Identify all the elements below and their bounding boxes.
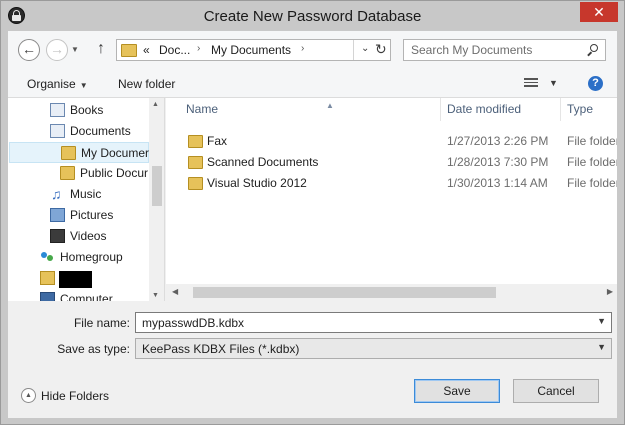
user-folder-icon (40, 271, 55, 285)
folder-icon (188, 156, 203, 169)
tree-item-label: Books (70, 103, 104, 117)
title-bar[interactable]: Create New Password Database ✕ (1, 1, 624, 31)
folder-icon (188, 135, 203, 148)
videos-icon (50, 229, 65, 243)
pictures-icon (50, 208, 65, 222)
folder-icon (121, 44, 137, 57)
file-date: 1/28/2013 7:30 PM (447, 155, 549, 169)
back-button[interactable]: ← (18, 39, 40, 61)
breadcrumb-my-documents[interactable]: My Documents (211, 43, 291, 57)
tree-item-label: Homegroup (60, 250, 123, 264)
breadcrumb-separator[interactable]: › (197, 43, 200, 54)
file-name-field[interactable]: mypasswdDB.kdbx ▼ (135, 312, 612, 333)
file-type: File folder (567, 134, 617, 148)
command-toolbar: Organise ▼ New folder ▼ ? (8, 69, 617, 98)
tree-item-user[interactable] (40, 268, 140, 289)
tree-item-label: Documents (70, 124, 131, 138)
address-dropdown-icon[interactable]: ⌄ (361, 43, 369, 54)
file-name: Visual Studio 2012 (207, 176, 307, 190)
file-type: File folder (567, 176, 617, 190)
address-divider (353, 40, 354, 60)
column-header-date[interactable]: Date modified (447, 98, 521, 121)
organise-button[interactable]: Organise ▼ (27, 77, 88, 91)
chevron-down-icon: ▼ (597, 342, 606, 352)
scroll-left-icon[interactable]: ◀ (172, 287, 178, 296)
cancel-button[interactable]: Cancel (513, 379, 599, 403)
scrollbar-thumb[interactable] (152, 166, 162, 206)
folder-icon (61, 146, 76, 160)
tree-item-label: Music (70, 187, 102, 201)
up-button[interactable]: ↑ (97, 40, 105, 58)
close-button[interactable]: ✕ (580, 2, 618, 22)
computer-icon (40, 292, 55, 301)
new-folder-button[interactable]: New folder (118, 77, 175, 91)
chevron-down-icon[interactable]: ▼ (597, 316, 606, 326)
file-name: Scanned Documents (207, 155, 319, 169)
search-icon[interactable] (587, 44, 599, 57)
tree-item-label: Public Docur (80, 166, 149, 180)
tree-item-label: Pictures (70, 208, 114, 222)
refresh-icon[interactable]: ↻ (375, 41, 387, 58)
scroll-right-icon[interactable]: ▶ (607, 287, 613, 296)
homegroup-icon (40, 250, 55, 264)
navigation-bar: ← → ▼ ↑ « Doc... › My Documents › ⌄ ↻ Se… (8, 31, 617, 69)
save-as-type-value: KeePass KDBX Files (*.kdbx) (142, 342, 300, 356)
save-button[interactable]: Save (414, 379, 500, 403)
address-bar[interactable]: « Doc... › My Documents › ⌄ ↻ (116, 39, 391, 61)
help-icon[interactable]: ? (588, 76, 603, 91)
dialog-body: ← → ▼ ↑ « Doc... › My Documents › ⌄ ↻ Se… (8, 31, 617, 418)
view-options-dropdown-icon[interactable]: ▼ (549, 78, 558, 88)
view-details-icon[interactable] (524, 78, 538, 89)
chevron-down-icon: ▼ (79, 81, 88, 90)
documents-icon (50, 124, 65, 138)
window-title: Create New Password Database (203, 8, 422, 25)
search-input[interactable]: Search My Documents (411, 43, 532, 57)
library-icon (50, 103, 65, 117)
file-row[interactable]: Fax 1/27/2013 2:26 PM File folder (166, 131, 617, 152)
music-icon (50, 184, 65, 205)
file-name-label: File name: (73, 316, 130, 330)
scroll-down-icon[interactable]: ▼ (152, 292, 159, 299)
file-type: File folder (567, 155, 617, 169)
file-date: 1/27/2013 2:26 PM (447, 134, 549, 148)
file-list[interactable]: Name ▲ Date modified Type Fax 1/27/2013 … (166, 98, 617, 301)
tree-item-label: My Documer (81, 146, 150, 160)
file-name: Fax (207, 134, 228, 148)
redacted-username (59, 271, 92, 288)
chevron-up-icon: ▲ (21, 388, 36, 403)
scrollbar-thumb[interactable] (193, 287, 496, 298)
sort-ascending-icon: ▲ (326, 101, 334, 110)
file-name-value: mypasswdDB.kdbx (142, 316, 245, 330)
address-overflow[interactable]: « (143, 43, 150, 57)
tree-item-my-documents[interactable]: My Documer (9, 142, 149, 163)
scroll-up-icon[interactable]: ▲ (152, 101, 159, 108)
file-row[interactable]: Visual Studio 2012 1/30/2013 1:14 AM Fil… (166, 173, 617, 194)
column-divider[interactable] (440, 98, 441, 121)
folder-icon (60, 166, 75, 180)
search-box[interactable]: Search My Documents (403, 39, 606, 61)
save-as-type-label: Save as type: (57, 342, 130, 356)
recent-locations-dropdown-icon[interactable]: ▼ (71, 45, 79, 54)
column-header-type[interactable]: Type (567, 98, 593, 121)
breadcrumb-separator[interactable]: › (301, 43, 304, 54)
navigation-pane-scrollbar[interactable]: ▲ ▼ (149, 98, 164, 301)
navigation-pane[interactable]: Books Documents My Documer Public Docur … (8, 98, 165, 301)
tree-item-label: Videos (70, 229, 107, 243)
column-header-name[interactable]: Name ▲ (186, 98, 441, 121)
save-as-type-select[interactable]: KeePass KDBX Files (*.kdbx) ▼ (135, 338, 612, 359)
forward-button[interactable]: → (46, 39, 68, 61)
file-list-scrollbar[interactable]: ◀ ▶ (166, 284, 617, 301)
column-header-label: Name (186, 102, 219, 116)
dialog-window: Create New Password Database ✕ ← → ▼ ↑ «… (0, 0, 625, 425)
folder-icon (188, 177, 203, 190)
column-divider[interactable] (560, 98, 561, 121)
file-date: 1/30/2013 1:14 AM (447, 176, 548, 190)
hide-folders-label: Hide Folders (41, 389, 110, 403)
tree-item-label: Computer (60, 292, 113, 301)
file-row[interactable]: Scanned Documents 1/28/2013 7:30 PM File… (166, 152, 617, 173)
organise-label: Organise (27, 77, 76, 91)
breadcrumb-documents[interactable]: Doc... (159, 43, 190, 57)
